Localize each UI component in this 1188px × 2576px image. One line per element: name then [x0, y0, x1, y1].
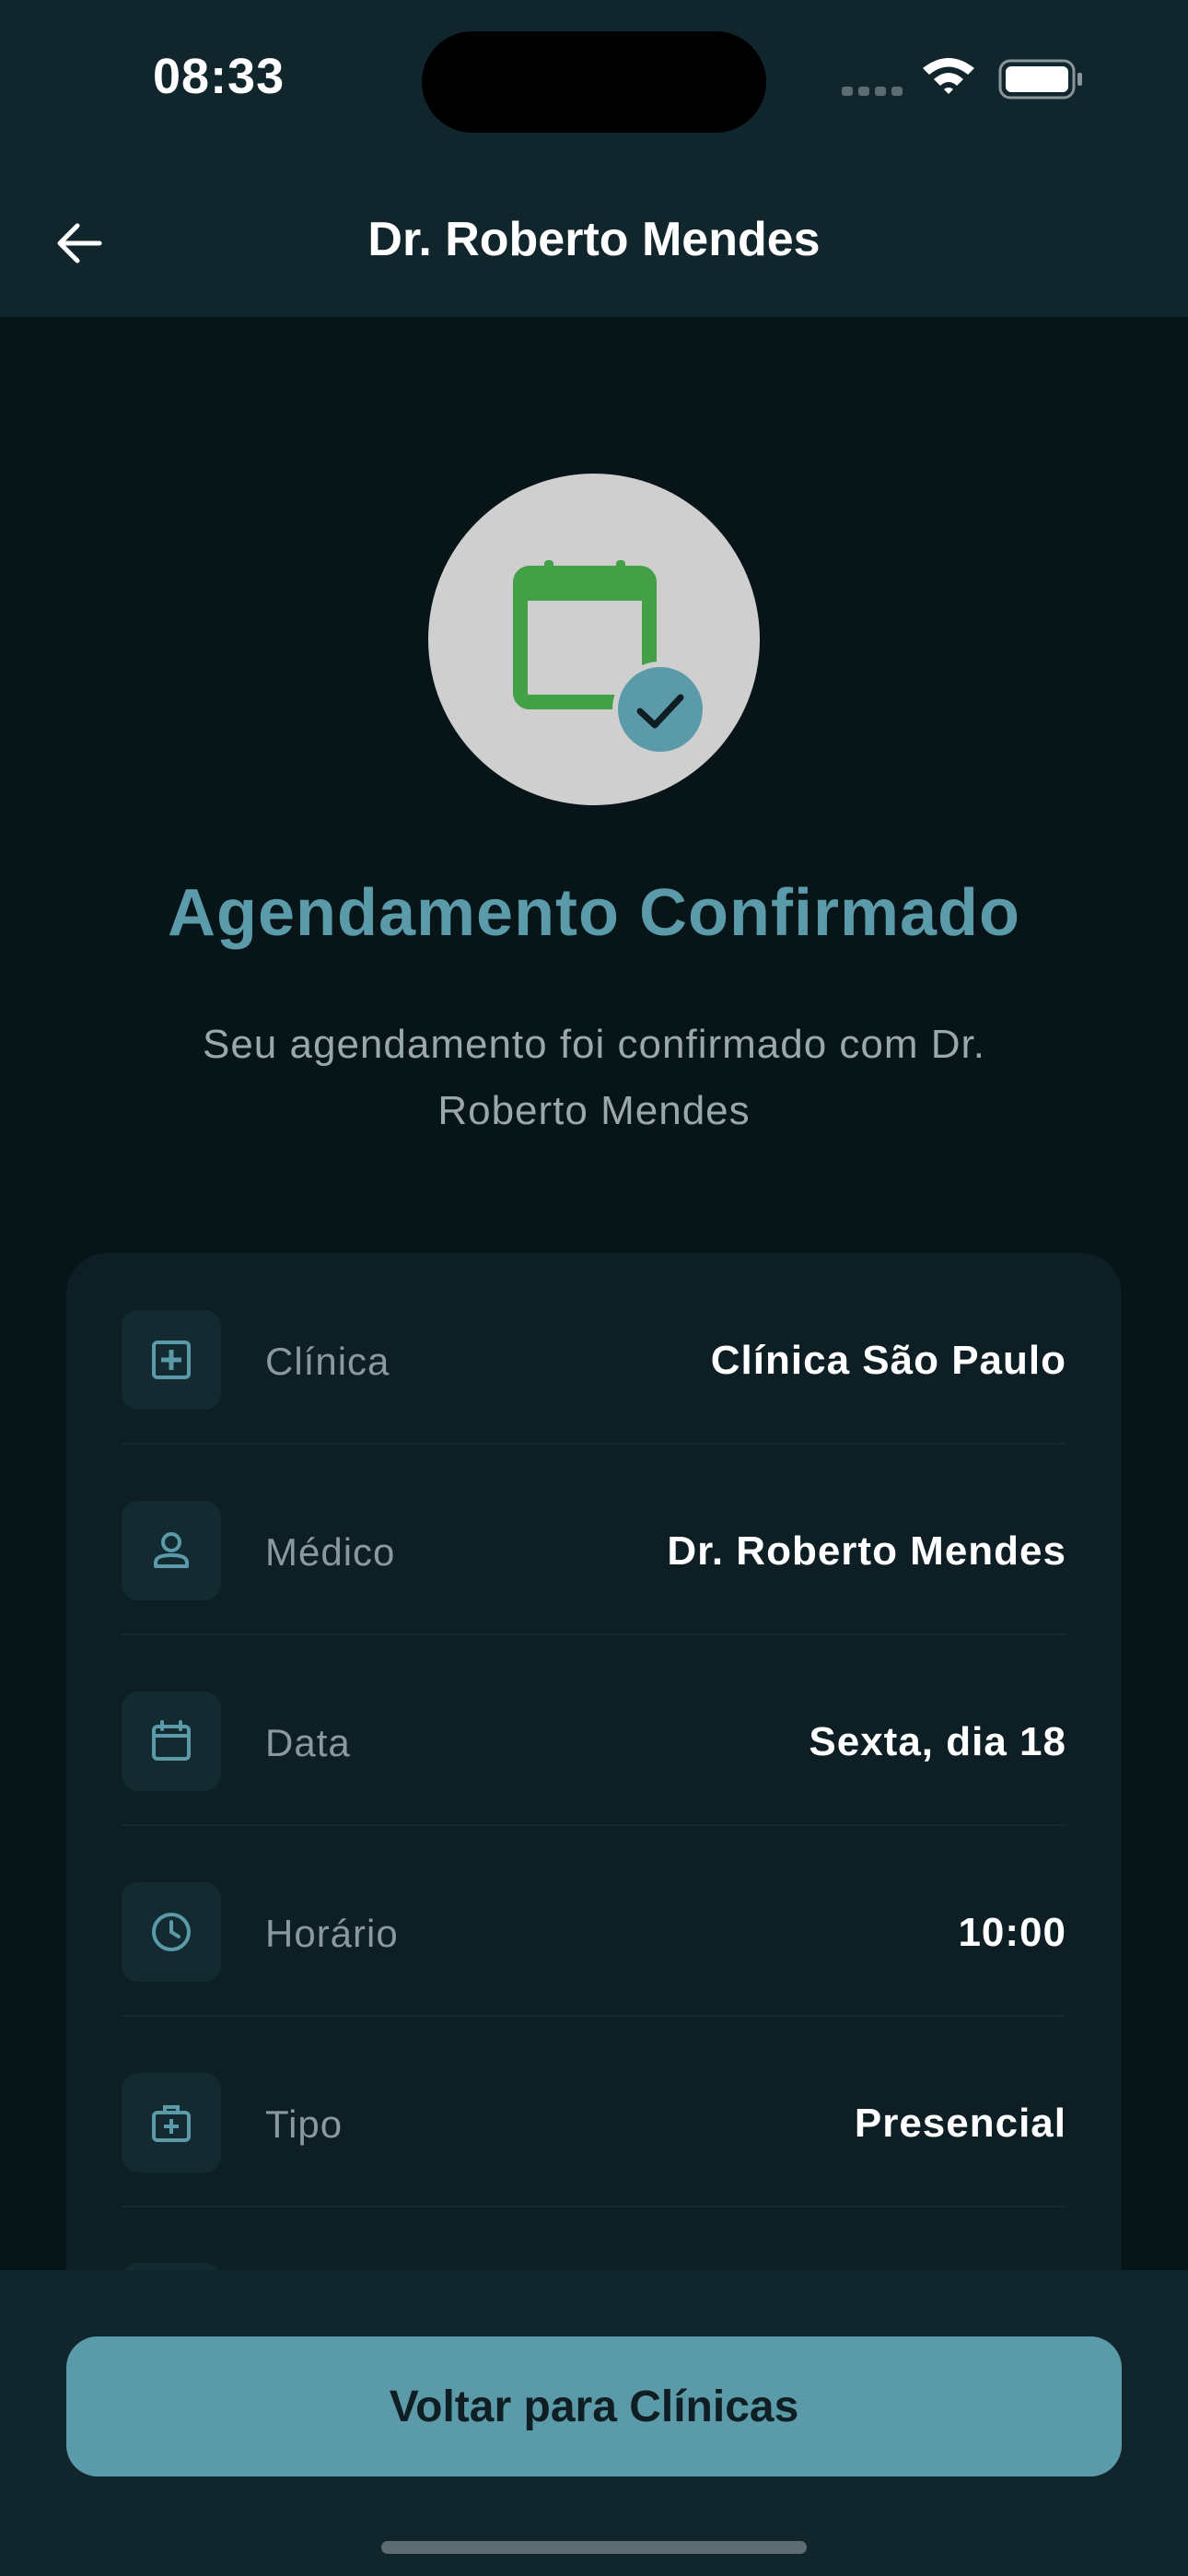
detail-row-time: Horário 10:00 [122, 1825, 1066, 2017]
wifi-icon [923, 58, 974, 94]
dynamic-island [422, 31, 766, 133]
page-title: Dr. Roberto Mendes [367, 213, 821, 266]
detail-row-date: Data Sexta, dia 18 [122, 1634, 1066, 1826]
medical-plus-icon [122, 1310, 221, 1410]
battery-icon [998, 59, 1082, 100]
detail-row-clinic: Clínica Clínica São Paulo [122, 1253, 1066, 1445]
confirmation-title: Agendamento Confirmado [167, 876, 1020, 950]
detail-label: Tipo [265, 2102, 344, 2146]
calendar-icon [122, 1692, 221, 1791]
person-icon [122, 1501, 221, 1600]
detail-value: Sexta, dia 18 [809, 1719, 1066, 1764]
detail-value: 10:00 [958, 1910, 1066, 1955]
detail-value: Clínica São Paulo [710, 1338, 1066, 1383]
medical-bag-icon [122, 2073, 221, 2172]
detail-label: Horário [265, 1912, 399, 1955]
clock-icon [122, 1882, 221, 1982]
status-time: 08:33 [153, 49, 285, 104]
detail-row-doctor: Médico Dr. Roberto Mendes [122, 1444, 1066, 1635]
top-bar: 08:33 Dr. Roberto Mendes [0, 0, 1188, 317]
back-to-clinics-button[interactable]: Voltar para Clínicas [66, 2336, 1122, 2476]
detail-label: Médico [265, 1530, 396, 1574]
detail-label: Data [265, 1721, 351, 1764]
detail-row-type: Tipo Presencial [122, 2016, 1066, 2207]
confirmation-subtitle: Seu agendamento foi confirmado com Dr. R… [202, 1022, 985, 1133]
detail-value: Dr. Roberto Mendes [667, 1528, 1066, 1574]
detail-label: Clínica [265, 1340, 390, 1383]
home-indicator [381, 2541, 807, 2554]
calendar-check-icon [513, 560, 708, 757]
confirmation-badge [428, 474, 760, 805]
cellular-signal-icon [842, 87, 903, 96]
detail-value: Presencial [854, 2101, 1066, 2146]
appointment-details-card: Clínica Clínica São Paulo Médico Dr. Rob… [66, 1253, 1122, 2362]
